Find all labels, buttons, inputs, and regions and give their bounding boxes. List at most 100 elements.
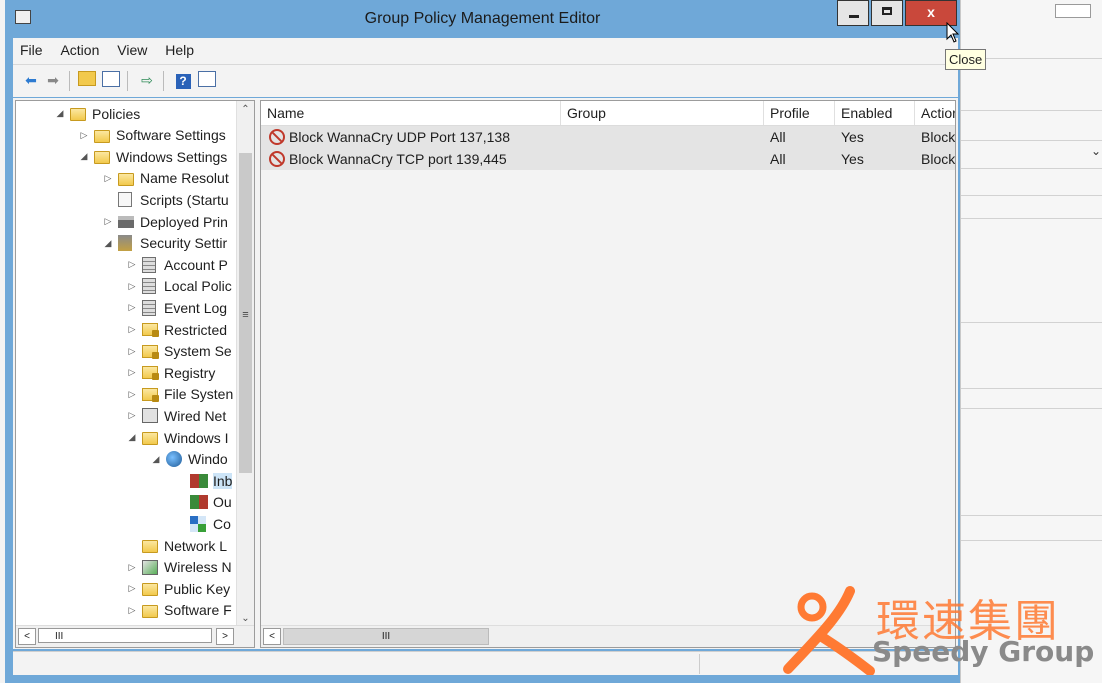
tree-item[interactable]: Scripts (Startu xyxy=(102,189,229,210)
tree-item[interactable]: ◢ Windo xyxy=(150,449,228,470)
expand-arrow-icon[interactable]: ▷ xyxy=(126,389,138,400)
expand-arrow-icon[interactable]: ▷ xyxy=(126,605,138,616)
expand-arrow-icon[interactable]: ▷ xyxy=(126,346,138,357)
help-icon[interactable]: ? xyxy=(173,71,193,89)
tree-item[interactable]: ▷ Name Resolut xyxy=(102,168,229,189)
collapse-arrow-icon[interactable]: ◢ xyxy=(102,238,114,249)
folder-icon xyxy=(142,583,158,597)
collapse-arrow-icon[interactable]: ◢ xyxy=(54,108,66,119)
block-rule-icon xyxy=(269,129,285,145)
tree-horizontal-scrollbar[interactable]: < III > xyxy=(16,625,254,647)
divider xyxy=(961,322,1102,323)
chevron-down-icon[interactable]: ⌄ xyxy=(1091,144,1101,158)
expand-arrow-icon[interactable]: ▷ xyxy=(102,173,114,184)
expand-arrow-icon[interactable]: ▷ xyxy=(126,302,138,313)
mouse-pointer-icon xyxy=(946,22,960,43)
menu-action[interactable]: Action xyxy=(53,38,106,62)
forward-arrow-icon[interactable]: ➡ xyxy=(43,71,63,89)
tree-item-label: System Se xyxy=(164,343,232,360)
tree-item-label: Wireless N xyxy=(164,559,232,576)
divider xyxy=(961,168,1102,169)
tree-item-label: Registry xyxy=(164,364,216,381)
expand-arrow-icon[interactable]: ▷ xyxy=(126,324,138,335)
collapse-arrow-icon[interactable]: ◢ xyxy=(150,454,162,465)
tree-item[interactable]: ▷ File Systen xyxy=(126,384,234,405)
table-row[interactable]: Block WannaCry UDP Port 137,138 All Yes … xyxy=(261,126,955,148)
scroll-right-arrow[interactable]: > xyxy=(216,628,234,645)
collapse-arrow-icon[interactable]: ◢ xyxy=(78,151,90,162)
tree-item[interactable]: ▷ Event Log xyxy=(126,297,227,318)
rule-name: Block WannaCry TCP port 139,445 xyxy=(289,151,507,167)
list-hscroll-thumb[interactable]: III xyxy=(283,628,489,645)
tree-item-label: Account P xyxy=(164,256,228,273)
tree-item[interactable]: ▷ Deployed Prin xyxy=(102,211,228,232)
tree-item-label: Scripts (Startu xyxy=(140,191,229,208)
expand-arrow-icon[interactable]: ▷ xyxy=(126,367,138,378)
tree-item[interactable]: ▷ Wired Net xyxy=(126,405,227,426)
lock-folder-icon xyxy=(142,323,159,337)
expand-arrow-icon[interactable]: ▷ xyxy=(126,281,138,292)
rule-group xyxy=(561,148,764,170)
show-hide-tree-icon[interactable] xyxy=(101,71,121,89)
rule-group xyxy=(561,126,764,148)
tree-item[interactable]: ◢ Windows Settings xyxy=(78,146,228,167)
divider xyxy=(961,515,1102,516)
tree-item[interactable]: ▷ Wireless N xyxy=(126,557,232,578)
tree-item[interactable]: ▷ Software F xyxy=(126,600,232,621)
expand-arrow-icon[interactable]: ▷ xyxy=(126,410,138,421)
tree-item[interactable]: ▷ Account P xyxy=(126,254,228,275)
column-header-enabled[interactable]: Enabled xyxy=(835,101,915,125)
expand-arrow-icon[interactable]: ▷ xyxy=(126,583,138,594)
tree-item[interactable]: ◢ Windows I xyxy=(126,427,229,448)
title-bar[interactable]: Group Policy Management Editor x xyxy=(5,0,960,38)
tree-item-label: Local Polic xyxy=(164,278,232,295)
scroll-left-arrow[interactable]: < xyxy=(263,628,281,645)
tree-vertical-scrollbar[interactable]: ⌃ ≡ ⌄ xyxy=(236,101,254,627)
rule-name: Block WannaCry UDP Port 137,138 xyxy=(289,129,510,145)
expand-arrow-icon[interactable]: ▷ xyxy=(126,562,138,573)
block-rule-icon xyxy=(269,151,285,167)
expand-arrow-icon[interactable]: ▷ xyxy=(78,130,90,141)
back-arrow-icon[interactable]: ⬅ xyxy=(21,71,41,89)
tree-item[interactable]: ▷ Local Polic xyxy=(126,276,232,297)
table-row[interactable]: Block WannaCry TCP port 139,445 All Yes … xyxy=(261,148,955,170)
menu-help[interactable]: Help xyxy=(158,38,201,62)
expand-arrow-icon[interactable]: ▷ xyxy=(126,259,138,270)
tree-item-label: Windo xyxy=(188,451,228,468)
collapse-arrow-icon[interactable]: ◢ xyxy=(126,432,138,443)
printer-icon xyxy=(118,215,134,228)
column-header-group[interactable]: Group xyxy=(561,101,764,125)
tree-item[interactable]: Co xyxy=(174,513,231,534)
column-header-profile[interactable]: Profile xyxy=(764,101,835,125)
content-area: ◢ Policies ▷ Software Settings ◢ Windows Sett… xyxy=(13,98,958,649)
tree-scroll-grip: ≡ xyxy=(242,309,249,321)
tree-item-label: Policies xyxy=(92,105,141,122)
minimize-button[interactable] xyxy=(837,0,869,26)
maximize-button[interactable] xyxy=(871,0,903,26)
menu-view[interactable]: View xyxy=(110,38,154,62)
up-folder-icon[interactable] xyxy=(77,71,97,89)
tree-item[interactable]: ◢ Security Settir xyxy=(102,233,227,254)
tree-hscroll-thumb[interactable]: III xyxy=(38,628,212,643)
menu-file[interactable]: File xyxy=(13,38,50,62)
tree-item[interactable]: ▷ Software Settings xyxy=(78,125,226,146)
tree-item[interactable]: Ou xyxy=(174,492,232,513)
security-shield-icon xyxy=(118,235,132,252)
show-action-pane-icon[interactable] xyxy=(197,71,217,89)
folder-icon xyxy=(142,540,158,553)
folder-icon xyxy=(94,151,110,165)
tree-item[interactable]: ▷ Restricted xyxy=(126,319,228,340)
expand-arrow-icon[interactable]: ▷ xyxy=(102,216,114,227)
tree-item[interactable]: ◢ Policies xyxy=(54,103,141,124)
tree-item[interactable]: Network L xyxy=(126,535,227,556)
tree-item[interactable]: ▷ Public Key xyxy=(126,578,231,599)
tree-item[interactable]: ▷ System Se xyxy=(126,341,232,362)
tree-item[interactable]: Inb xyxy=(174,470,233,491)
scroll-up-arrow[interactable]: ⌃ xyxy=(237,101,254,118)
column-header-action[interactable]: Actior xyxy=(915,101,955,125)
rule-profile: All xyxy=(770,129,786,145)
column-header-name[interactable]: Name xyxy=(261,101,561,125)
export-list-icon[interactable]: ⇨ xyxy=(137,71,157,89)
tree-item[interactable]: ▷ Registry xyxy=(126,362,216,383)
scroll-left-arrow[interactable]: < xyxy=(18,628,36,645)
